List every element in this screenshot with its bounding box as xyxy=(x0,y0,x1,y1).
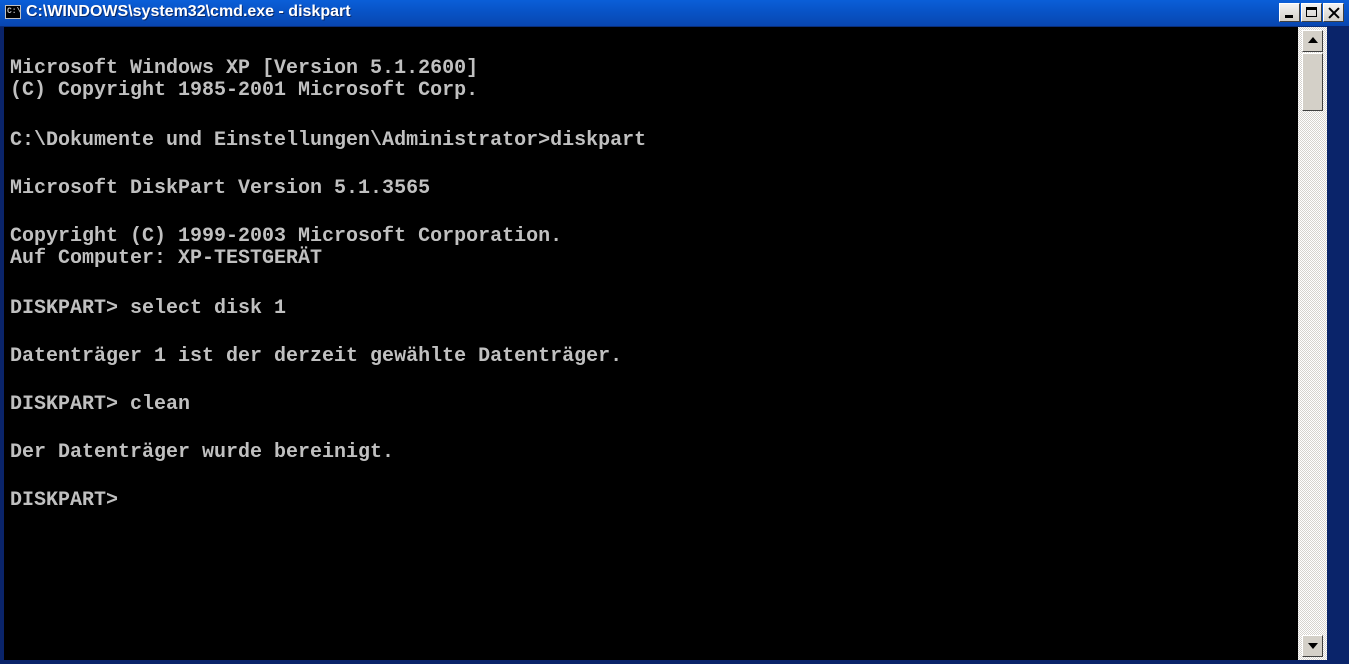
console-line-diskpart-copyright: Copyright (C) 1999-2003 Microsoft Corpor… xyxy=(10,225,563,248)
window-frame-bottom xyxy=(0,660,1349,664)
console-line-cleaned: Der Datenträger wurde bereinigt. xyxy=(10,441,395,464)
vertical-scrollbar[interactable] xyxy=(1298,27,1327,660)
console-line-clean: DISKPART> clean xyxy=(10,393,191,416)
maximize-button[interactable] xyxy=(1301,3,1322,22)
console-line-copyright: (C) Copyright 1985-2001 Microsoft Corp. xyxy=(10,79,479,102)
window-frame-right xyxy=(1327,26,1349,664)
console-line-select-disk: DISKPART> select disk 1 xyxy=(10,297,287,320)
console-line-version: Microsoft Windows XP [Version 5.1.2600] xyxy=(10,57,479,80)
window-title: C:\WINDOWS\system32\cmd.exe - diskpart xyxy=(26,3,351,20)
scroll-down-button[interactable] xyxy=(1302,635,1323,657)
title-bar[interactable]: C:\ C:\WINDOWS\system32\cmd.exe - diskpa… xyxy=(0,0,1349,27)
close-button[interactable] xyxy=(1323,3,1344,22)
console-line-diskpart-version: Microsoft DiskPart Version 5.1.3565 xyxy=(10,177,431,200)
console-line-prompt: DISKPART> xyxy=(10,489,119,512)
console-output[interactable]: Microsoft Windows XP [Version 5.1.2600] … xyxy=(4,27,1298,660)
console-line-computer: Auf Computer: XP-TESTGERÄT xyxy=(10,247,323,270)
scroll-thumb[interactable] xyxy=(1302,53,1323,111)
minimize-button[interactable] xyxy=(1279,3,1300,22)
scroll-up-button[interactable] xyxy=(1302,30,1323,52)
console-app-icon[interactable]: C:\ xyxy=(5,5,21,19)
console-line-disk-selected: Datenträger 1 ist der derzeit gewählte D… xyxy=(10,345,623,368)
cmd-window: C:\ C:\WINDOWS\system32\cmd.exe - diskpa… xyxy=(0,0,1349,664)
console-line-prompt-diskpart: C:\Dokumente und Einstellungen\Administr… xyxy=(10,129,647,152)
